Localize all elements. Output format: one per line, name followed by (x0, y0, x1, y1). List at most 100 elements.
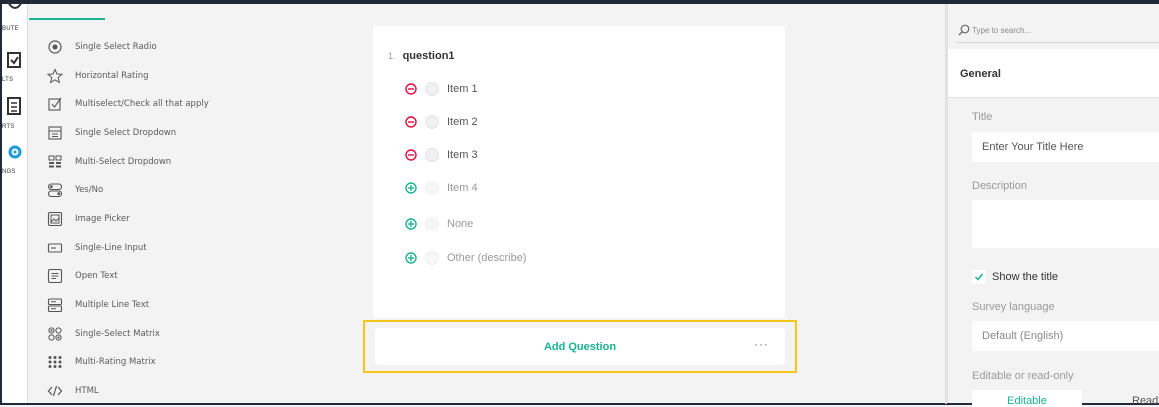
comment-icon (47, 268, 63, 284)
question-title[interactable]: 1. question1 (388, 50, 455, 62)
question-card[interactable]: 1. question1 Item 1 Item 2 Item 3 Item 4… (373, 26, 785, 318)
toolbox-item-single-line-input[interactable]: Single-Line Input (47, 237, 147, 259)
question-number: 1. (388, 51, 396, 61)
toolbox-item-multiple-line-text[interactable]: Multiple Line Text (47, 294, 149, 316)
question-name[interactable]: question1 (403, 50, 455, 62)
choice-item: Other (describe) (405, 248, 526, 268)
reports-icon (7, 97, 21, 115)
choice-radio[interactable] (425, 148, 439, 162)
checkbox-icon (47, 96, 63, 112)
add-question-label: Add Question (543, 340, 617, 353)
choice-label[interactable]: Other (describe) (447, 252, 526, 264)
choice-radio[interactable] (425, 217, 439, 231)
choice-radio[interactable] (425, 251, 439, 265)
toolbox-item-html[interactable]: HTML (47, 380, 99, 402)
multiline-icon (47, 297, 63, 313)
nav-item-reports[interactable]: RTS (2, 96, 28, 136)
add-question-button[interactable]: Add Question ··· (375, 328, 785, 365)
nav-item-label: NGS (2, 169, 16, 175)
toolbox-item-multiselect[interactable]: Multiselect/Check all that apply (47, 93, 209, 115)
toolbox-item-label: Multi-Rating Matrix (75, 357, 156, 367)
add-choice-icon[interactable] (405, 182, 417, 194)
choice-item: Item 3 (405, 145, 478, 165)
results-icon (7, 52, 21, 68)
settings-icon (8, 145, 22, 159)
toolbox-item-label: Multiple Line Text (75, 300, 150, 310)
image-icon (47, 211, 63, 227)
design-surface: 1. question1 Item 1 Item 2 Item 3 Item 4… (355, 4, 947, 404)
nav-rail: BUTE LTS RTS NGS (2, 1, 28, 403)
toolbox-item-label: Image Picker (75, 214, 130, 224)
rating-matrix-icon (47, 354, 63, 370)
toolbox-item-yes-no[interactable]: Yes/No (47, 179, 103, 201)
nav-item-label: BUTE (2, 26, 19, 32)
toolbox-item-label: HTML (75, 386, 99, 396)
nav-item-label: LTS (2, 77, 14, 83)
radio-icon (47, 39, 63, 55)
remove-choice-icon[interactable] (405, 149, 417, 161)
question-toolbox: Single Select Radio Horizontal Rating Mu… (29, 4, 355, 403)
search-placeholder: Type to search... (972, 25, 1032, 35)
code-icon (47, 383, 63, 399)
add-choice-icon[interactable] (405, 252, 417, 264)
toolbox-item-multi-select-dropdown[interactable]: Multi-Select Dropdown (47, 151, 171, 173)
remove-choice-icon[interactable] (405, 83, 417, 95)
add-choice-icon[interactable] (405, 218, 417, 230)
toggle-icon (47, 182, 63, 198)
toolbox-item-label: Yes/No (75, 185, 104, 195)
toolbox-item-single-select-dropdown[interactable]: Single Select Dropdown (47, 122, 176, 144)
toolbox-item-horizontal-rating[interactable]: Horizontal Rating (47, 65, 149, 87)
choice-radio[interactable] (425, 82, 439, 96)
distribute-icon (7, 1, 23, 9)
toolbox-item-single-select-radio[interactable]: Single Select Radio (47, 36, 157, 58)
choice-label[interactable]: Item 4 (447, 182, 478, 194)
toolbox-item-multi-rating-matrix[interactable]: Multi-Rating Matrix (47, 351, 156, 373)
mode-toggle: Editable Read (972, 390, 1159, 407)
choice-label[interactable]: Item 2 (447, 116, 478, 128)
toolbox-item-single-select-matrix[interactable]: Single-Select Matrix (47, 323, 160, 345)
toolbox-item-label: Single Select Radio (75, 42, 157, 52)
toolbox-item-open-text[interactable]: Open Text (47, 265, 118, 287)
nav-item-settings[interactable]: NGS (2, 142, 28, 182)
description-label: Description (972, 180, 1028, 192)
choice-radio[interactable] (425, 115, 439, 129)
description-field[interactable] (972, 200, 1159, 248)
toolbox-item-label: Single-Select Matrix (75, 329, 160, 339)
choice-item: Item 1 (405, 79, 478, 99)
more-options-icon[interactable]: ··· (754, 337, 769, 351)
toolbox-item-label: Horizontal Rating (75, 71, 149, 81)
choice-label[interactable]: Item 3 (447, 149, 478, 161)
property-search[interactable]: Type to search... (948, 18, 1159, 42)
add-question-highlight: Add Question ··· (363, 320, 797, 373)
nav-item-results[interactable]: LTS (2, 50, 28, 90)
category-label: General (960, 68, 1001, 80)
text-input-icon (47, 240, 63, 256)
checkbox-checked-icon[interactable] (972, 270, 986, 284)
language-dropdown[interactable]: Default (English) (972, 321, 1159, 351)
toolbox-item-label: Single Select Dropdown (75, 128, 177, 138)
choice-item: Item 4 (405, 178, 478, 198)
choice-item: Item 2 (405, 112, 478, 132)
show-title-checkbox[interactable]: Show the title (972, 268, 1058, 286)
search-icon (958, 24, 970, 36)
toolbox-item-label: Multi-Select Dropdown (75, 157, 172, 167)
dropdown-icon (47, 125, 63, 141)
show-title-label: Show the title (992, 271, 1059, 283)
mode-label: Editable or read-only (972, 370, 1074, 382)
mode-option-read[interactable]: Read (1082, 390, 1159, 407)
property-grid: Type to search... General Title Enter Yo… (948, 4, 1159, 407)
toolbox-item-image-picker[interactable]: Image Picker (47, 208, 130, 230)
choice-radio[interactable] (425, 181, 439, 195)
toolbox-tab-indicator (29, 18, 105, 20)
mode-option-editable[interactable]: Editable (972, 390, 1082, 407)
remove-choice-icon[interactable] (405, 116, 417, 128)
title-value: Enter Your Title Here (982, 141, 1084, 153)
nav-item-distribute[interactable]: BUTE (2, 0, 28, 34)
search-underline (956, 42, 1159, 43)
title-field[interactable]: Enter Your Title Here (972, 132, 1159, 162)
toolbox-item-label: Open Text (75, 271, 118, 281)
choice-label[interactable]: None (447, 218, 473, 230)
matrix-icon (47, 326, 63, 342)
choice-label[interactable]: Item 1 (447, 83, 478, 95)
category-general[interactable]: General (948, 49, 1159, 97)
